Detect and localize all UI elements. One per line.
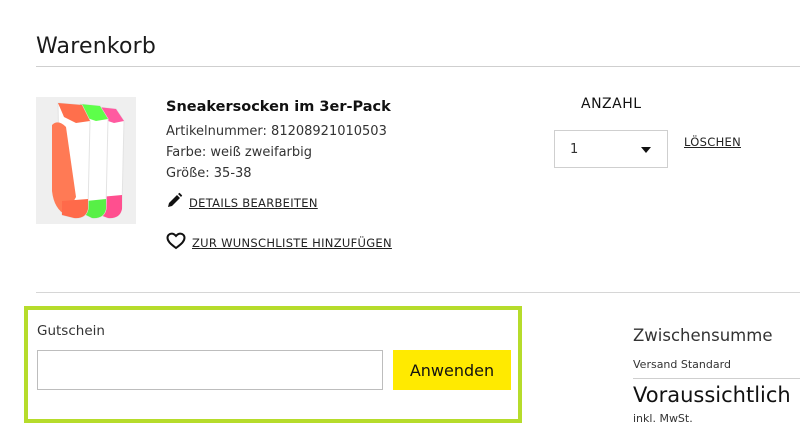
product-color: Farbe: weiß zweifarbig <box>166 145 312 160</box>
quantity-select[interactable]: 1 <box>554 130 668 168</box>
pencil-icon <box>166 192 183 213</box>
product-image[interactable] <box>36 97 136 224</box>
chevron-down-icon <box>641 147 651 153</box>
divider <box>633 378 800 379</box>
product-name[interactable]: Sneakersocken im 3er-Pack <box>166 99 391 115</box>
product-size: Größe: 35-38 <box>166 166 252 181</box>
shipping-label: Versand Standard <box>633 358 731 371</box>
divider <box>36 292 800 293</box>
heart-icon <box>166 232 186 254</box>
subtotal-label: Zwischensumme <box>633 326 773 345</box>
quantity-value: 1 <box>570 142 579 157</box>
divider <box>36 66 800 67</box>
page-title: Warenkorb <box>36 34 157 59</box>
coupon-input[interactable] <box>37 350 383 390</box>
apply-coupon-button[interactable]: Anwenden <box>393 350 511 390</box>
coupon-label: Gutschein <box>37 323 105 339</box>
total-label: Voraussichtlich <box>633 383 791 407</box>
article-number: Artikelnummer: 81208921010503 <box>166 124 387 139</box>
vat-label: inkl. MwSt. <box>633 412 693 425</box>
edit-details-link[interactable]: DETAILS BEARBEITEN <box>166 192 318 213</box>
socks-illustration <box>36 97 136 224</box>
edit-details-label[interactable]: DETAILS BEARBEITEN <box>189 196 318 210</box>
delete-item-link[interactable]: LÖSCHEN <box>684 135 741 149</box>
add-to-wishlist-link[interactable]: ZUR WUNSCHLISTE HINZUFÜGEN <box>166 232 392 254</box>
quantity-header: ANZAHL <box>581 96 642 112</box>
wishlist-label[interactable]: ZUR WUNSCHLISTE HINZUFÜGEN <box>192 236 392 250</box>
